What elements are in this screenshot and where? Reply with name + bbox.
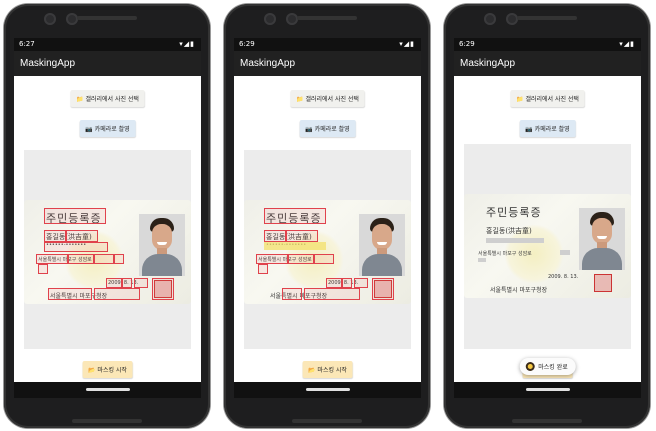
home-handle[interactable] xyxy=(305,388,350,391)
id-card-name: 홍길동(洪吉童) xyxy=(486,227,532,235)
status-icons: ▾◢▮ xyxy=(179,40,195,48)
detection-box xyxy=(48,288,92,300)
status-bar: 6:27 ▾◢▮ xyxy=(14,38,201,51)
detection-box xyxy=(66,230,98,242)
nav-bar xyxy=(234,382,421,398)
gallery-select-button[interactable]: 📁 갤러리에서 사진 선택 xyxy=(70,90,145,107)
detection-box xyxy=(258,264,268,274)
camera-capture-button[interactable]: 📷 카메라로 촬영 xyxy=(79,120,136,137)
detection-box xyxy=(282,288,302,300)
earpiece-speaker xyxy=(77,16,137,20)
detection-box xyxy=(68,254,94,264)
detection-box xyxy=(304,288,360,300)
detection-box xyxy=(122,278,132,288)
detection-box xyxy=(256,254,288,264)
id-card-title: 주민등록증 xyxy=(486,206,542,219)
id-card-date: 2009. 8. 13. xyxy=(548,274,579,280)
app-bar-title: MaskingApp xyxy=(454,51,641,76)
id-photo xyxy=(139,214,185,276)
front-camera-icon xyxy=(66,13,78,25)
detection-box xyxy=(326,278,342,288)
detection-box xyxy=(342,278,352,288)
detection-box xyxy=(134,278,148,288)
nav-bar xyxy=(454,382,641,398)
masked-id-number xyxy=(486,238,544,243)
front-camera-icon xyxy=(506,13,518,25)
id-card-image: 주민등록증 홍길동(洪吉童) 서울특별시 마포구 성암로 2009. 8. 13… xyxy=(464,194,631,298)
id-card-issuer: 서울특별시 마포구청장 xyxy=(490,287,548,294)
id-card-image: 주민등록증 홍길동(洪吉童) ••••••-••••••• 서울특별시 마포구 … xyxy=(244,200,411,304)
toast-message: 마스킹 완료 xyxy=(538,364,568,371)
detection-box xyxy=(152,278,174,300)
detection-box xyxy=(288,254,314,264)
official-seal xyxy=(594,274,612,292)
detection-box xyxy=(94,254,114,264)
id-photo xyxy=(579,208,625,270)
image-preview: 주민등록증 홍길동(洪吉童) 서울특별시 마포구 성암로 2009. 8. 13… xyxy=(464,144,631,349)
detection-box xyxy=(44,208,106,224)
id-photo xyxy=(359,214,405,276)
masked-address-detail xyxy=(560,250,570,255)
detection-box xyxy=(38,264,48,274)
status-icons: ▾◢▮ xyxy=(619,40,635,48)
detection-box xyxy=(94,288,140,300)
status-time: 6:29 xyxy=(459,40,475,48)
bottom-speaker xyxy=(512,419,582,423)
id-card-image: 주민등록증 홍길동(洪吉童) ••••••-••••••• 서울특별시 마포구 … xyxy=(24,200,191,304)
detection-box xyxy=(114,254,124,264)
detection-box xyxy=(106,278,122,288)
app-screen-1: 6:27 ▾◢▮ MaskingApp 📁 갤러리에서 사진 선택 📷 카메라로… xyxy=(14,38,201,398)
front-camera-icon xyxy=(264,13,276,25)
detection-box xyxy=(44,230,66,242)
phone-frame-2: 6:29 ▾◢▮ MaskingApp 📁 갤러리에서 사진 선택 📷 카메라로… xyxy=(224,4,430,428)
gallery-select-button[interactable]: 📁 갤러리에서 사진 선택 xyxy=(510,90,585,107)
highlight-box xyxy=(264,242,326,250)
detection-box xyxy=(264,230,286,242)
camera-capture-button[interactable]: 📷 카메라로 촬영 xyxy=(299,120,356,137)
nav-bar xyxy=(14,382,201,398)
start-masking-button[interactable]: 📂 마스킹 시작 xyxy=(302,361,353,378)
earpiece-speaker xyxy=(517,16,577,20)
app-bar-title: MaskingApp xyxy=(234,51,421,76)
phone-frame-3: 6:29 ▾◢▮ MaskingApp 📁 갤러리에서 사진 선택 📷 카메라로… xyxy=(444,4,650,428)
earpiece-speaker xyxy=(297,16,357,20)
home-handle[interactable] xyxy=(85,388,130,391)
detection-box xyxy=(372,278,394,300)
detection-box xyxy=(264,208,326,224)
detection-box xyxy=(286,230,318,242)
detection-box xyxy=(44,242,108,252)
app-logo-icon xyxy=(525,362,535,371)
start-masking-button[interactable]: 📂 마스킹 시작 xyxy=(82,361,133,378)
app-screen-2: 6:29 ▾◢▮ MaskingApp 📁 갤러리에서 사진 선택 📷 카메라로… xyxy=(234,38,421,398)
status-time: 6:27 xyxy=(19,40,35,48)
masked-address-detail xyxy=(478,258,486,262)
detection-box xyxy=(314,254,334,264)
status-bar: 6:29 ▾◢▮ xyxy=(454,38,641,51)
bottom-speaker xyxy=(72,419,142,423)
status-icons: ▾◢▮ xyxy=(399,40,415,48)
front-camera-icon xyxy=(484,13,496,25)
image-preview: 주민등록증 홍길동(洪吉童) ••••••-••••••• 서울특별시 마포구 … xyxy=(244,150,411,349)
masking-complete-toast: 마스킹 완료 xyxy=(519,358,576,375)
id-card-address: 서울특별시 마포구 성암로 xyxy=(478,251,532,257)
detection-box xyxy=(36,254,68,264)
phone-frame-1: 6:27 ▾◢▮ MaskingApp 📁 갤러리에서 사진 선택 📷 카메라로… xyxy=(4,4,210,428)
app-bar-title: MaskingApp xyxy=(14,51,201,76)
image-preview: 주민등록증 홍길동(洪吉童) ••••••-••••••• 서울특별시 마포구 … xyxy=(24,150,191,349)
camera-capture-button[interactable]: 📷 카메라로 촬영 xyxy=(519,120,576,137)
detection-box xyxy=(354,278,368,288)
status-bar: 6:29 ▾◢▮ xyxy=(234,38,421,51)
app-screen-3: 6:29 ▾◢▮ MaskingApp 📁 갤러리에서 사진 선택 📷 카메라로… xyxy=(454,38,641,398)
front-camera-icon xyxy=(286,13,298,25)
home-handle[interactable] xyxy=(525,388,570,391)
front-camera-icon xyxy=(44,13,56,25)
bottom-speaker xyxy=(292,419,362,423)
gallery-select-button[interactable]: 📁 갤러리에서 사진 선택 xyxy=(290,90,365,107)
status-time: 6:29 xyxy=(239,40,255,48)
